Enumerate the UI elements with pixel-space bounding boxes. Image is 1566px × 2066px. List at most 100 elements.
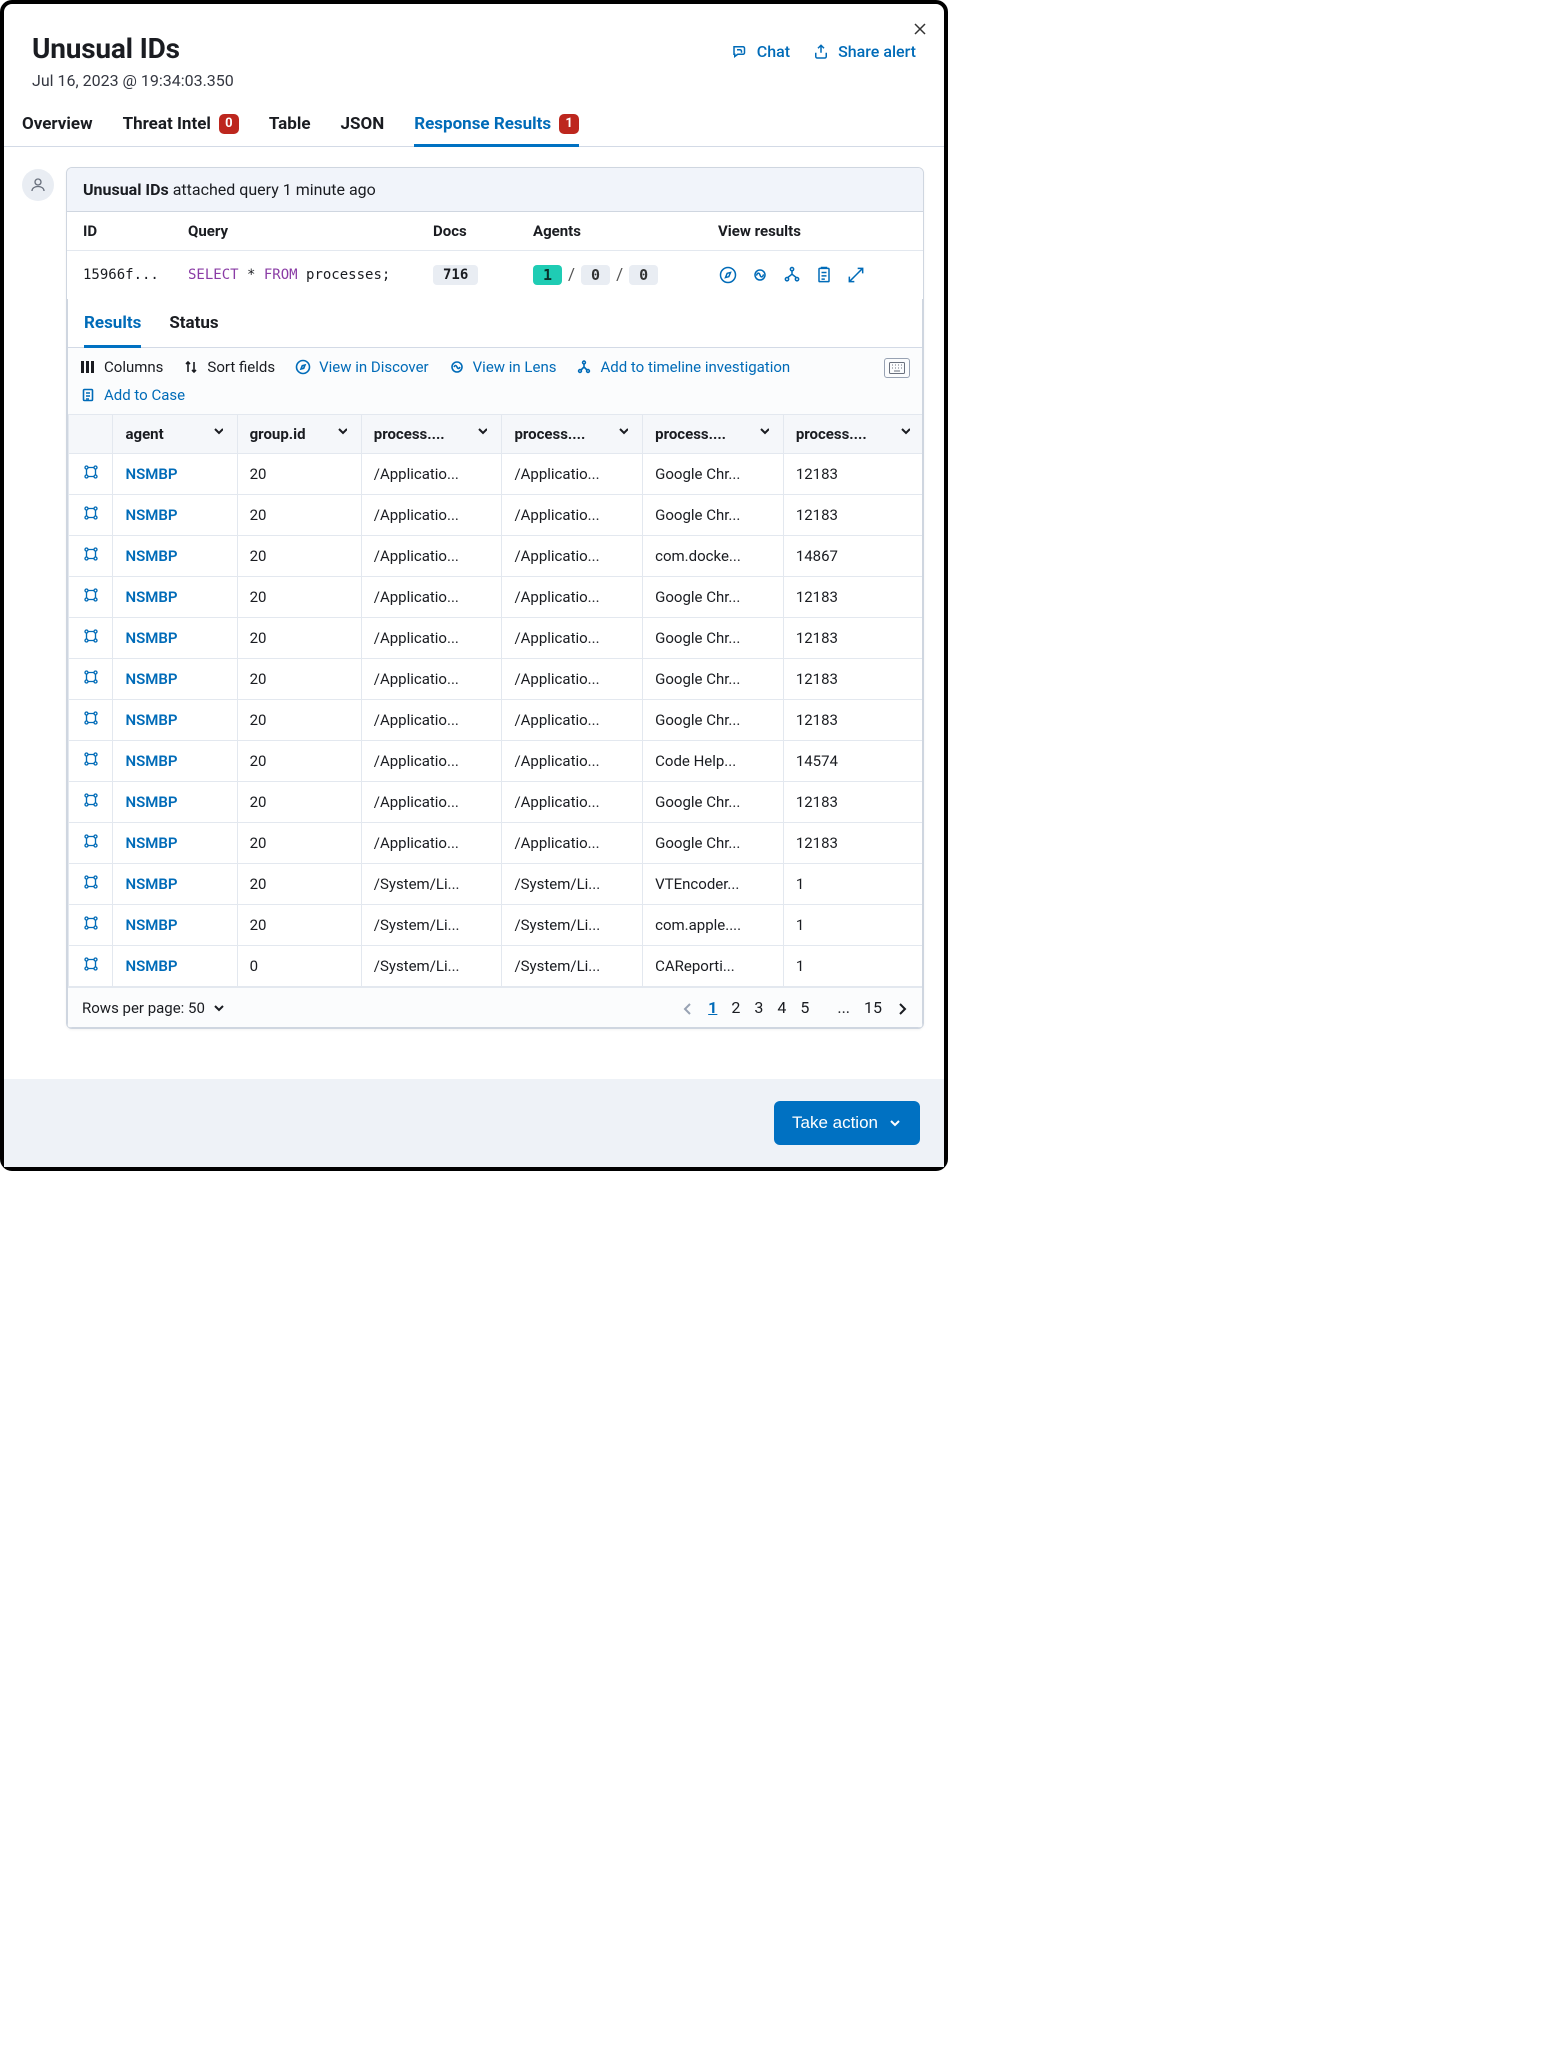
agent-link[interactable]: NSMBP <box>125 588 177 606</box>
page-number[interactable]: 2 <box>731 998 740 1017</box>
analyze-icon[interactable] <box>82 833 100 849</box>
page-ellipsis: ... <box>837 998 850 1017</box>
cell-p1: /Applicatio... <box>361 495 502 536</box>
cell-p4: 12183 <box>783 782 922 823</box>
analyze-icon[interactable] <box>82 915 100 931</box>
view-discover-button[interactable]: View in Discover <box>295 358 429 376</box>
subtab-status[interactable]: Status <box>169 299 218 347</box>
agent-link[interactable]: NSMBP <box>125 629 177 647</box>
cell-p1: /Applicatio... <box>361 782 502 823</box>
analyze-icon[interactable] <box>82 669 100 685</box>
agent-link[interactable]: NSMBP <box>125 506 177 524</box>
cell-group: 0 <box>237 946 361 987</box>
case-label: Add to Case <box>104 386 185 404</box>
column-header[interactable]: agent <box>113 415 237 454</box>
threat-intel-badge: 0 <box>219 114 239 134</box>
agent-link[interactable]: NSMBP <box>125 793 177 811</box>
expand-icon[interactable] <box>846 265 866 285</box>
next-page[interactable] <box>896 999 908 1017</box>
column-header[interactable]: process.... <box>361 415 502 454</box>
tab-table[interactable]: Table <box>269 108 311 146</box>
discover-icon[interactable] <box>718 265 738 285</box>
sort-button[interactable]: Sort fields <box>183 358 275 376</box>
add-case-icon[interactable] <box>814 265 834 285</box>
cell-p2: /Applicatio... <box>502 618 643 659</box>
page-number[interactable]: 3 <box>754 998 763 1017</box>
cell-p3: Google Chr... <box>643 495 784 536</box>
cell-p1: /System/Li... <box>361 905 502 946</box>
column-header[interactable]: process.... <box>502 415 643 454</box>
page-timestamp: Jul 16, 2023 @ 19:34:03.350 <box>32 71 234 90</box>
col-query: Query <box>188 222 433 240</box>
cell-group: 20 <box>237 536 361 577</box>
agent-link[interactable]: NSMBP <box>125 957 177 975</box>
analyze-icon[interactable] <box>82 546 100 562</box>
agent-link[interactable]: NSMBP <box>125 465 177 483</box>
analyze-icon[interactable] <box>82 751 100 767</box>
agent-link[interactable]: NSMBP <box>125 916 177 934</box>
page-number[interactable]: 4 <box>777 998 786 1017</box>
tab-overview[interactable]: Overview <box>22 108 93 146</box>
analyze-icon[interactable] <box>82 792 100 808</box>
cell-p1: /Applicatio... <box>361 618 502 659</box>
cell-group: 20 <box>237 659 361 700</box>
table-row: NSMBP20/Applicatio.../Applicatio...Googl… <box>69 577 923 618</box>
cell-p3: CAReporti... <box>643 946 784 987</box>
agent-pending: 0 <box>581 265 610 285</box>
table-row: NSMBP20/System/Li.../System/Li...com.app… <box>69 905 923 946</box>
timeline-label: Add to timeline investigation <box>600 358 790 376</box>
prev-page[interactable] <box>682 999 694 1017</box>
analyze-icon[interactable] <box>82 874 100 890</box>
lens-icon[interactable] <box>750 265 770 285</box>
query-id: 15966f... <box>83 267 188 283</box>
page-number[interactable]: 5 <box>800 998 809 1017</box>
user-avatar-icon <box>22 169 54 201</box>
analyze-icon[interactable] <box>82 464 100 480</box>
page-last[interactable]: 15 <box>864 998 882 1017</box>
analyze-icon[interactable] <box>82 956 100 972</box>
table-row: NSMBP20/Applicatio.../Applicatio...Code … <box>69 741 923 782</box>
add-case-button[interactable]: Add to Case <box>80 386 910 404</box>
rows-per-page[interactable]: Rows per page: 50 <box>82 999 225 1017</box>
cell-p1: /Applicatio... <box>361 823 502 864</box>
cell-p3: com.apple.... <box>643 905 784 946</box>
agent-link[interactable]: NSMBP <box>125 547 177 565</box>
tab-threat-intel[interactable]: Threat Intel 0 <box>123 108 239 146</box>
cell-p1: /System/Li... <box>361 864 502 905</box>
cell-p2: /System/Li... <box>502 905 643 946</box>
close-icon[interactable] <box>912 18 928 39</box>
take-action-button[interactable]: Take action <box>774 1101 920 1145</box>
agent-link[interactable]: NSMBP <box>125 875 177 893</box>
page-number[interactable]: 1 <box>708 998 717 1017</box>
agent-link[interactable]: NSMBP <box>125 670 177 688</box>
view-lens-button[interactable]: View in Lens <box>449 358 557 376</box>
tab-response-results[interactable]: Response Results 1 <box>414 108 579 146</box>
attachment-title-bold: Unusual IDs <box>83 180 169 199</box>
subtab-results[interactable]: Results <box>84 299 141 347</box>
analyze-icon[interactable] <box>82 505 100 521</box>
agent-link[interactable]: NSMBP <box>125 711 177 729</box>
chat-button[interactable]: Chat <box>731 42 790 61</box>
analyze-icon[interactable] <box>82 628 100 644</box>
add-timeline-button[interactable]: Add to timeline investigation <box>576 358 790 376</box>
analyze-icon[interactable] <box>82 587 100 603</box>
tab-json[interactable]: JSON <box>341 108 385 146</box>
cell-p3: Google Chr... <box>643 782 784 823</box>
tx-star: * <box>239 267 264 283</box>
keyboard-icon[interactable] <box>884 358 910 378</box>
timeline-icon[interactable] <box>782 265 802 285</box>
share-button[interactable]: Share alert <box>812 42 916 61</box>
column-header[interactable]: process.... <box>783 415 922 454</box>
agent-link[interactable]: NSMBP <box>125 752 177 770</box>
cell-p2: /Applicatio... <box>502 495 643 536</box>
cell-p3: Google Chr... <box>643 700 784 741</box>
cell-group: 20 <box>237 782 361 823</box>
column-header[interactable]: process.... <box>643 415 784 454</box>
column-header[interactable]: group.id <box>237 415 361 454</box>
agent-link[interactable]: NSMBP <box>125 834 177 852</box>
columns-button[interactable]: Columns <box>80 358 163 376</box>
cell-group: 20 <box>237 618 361 659</box>
analyze-icon[interactable] <box>82 710 100 726</box>
cell-p4: 12183 <box>783 823 922 864</box>
col-view-results: View results <box>718 222 908 240</box>
